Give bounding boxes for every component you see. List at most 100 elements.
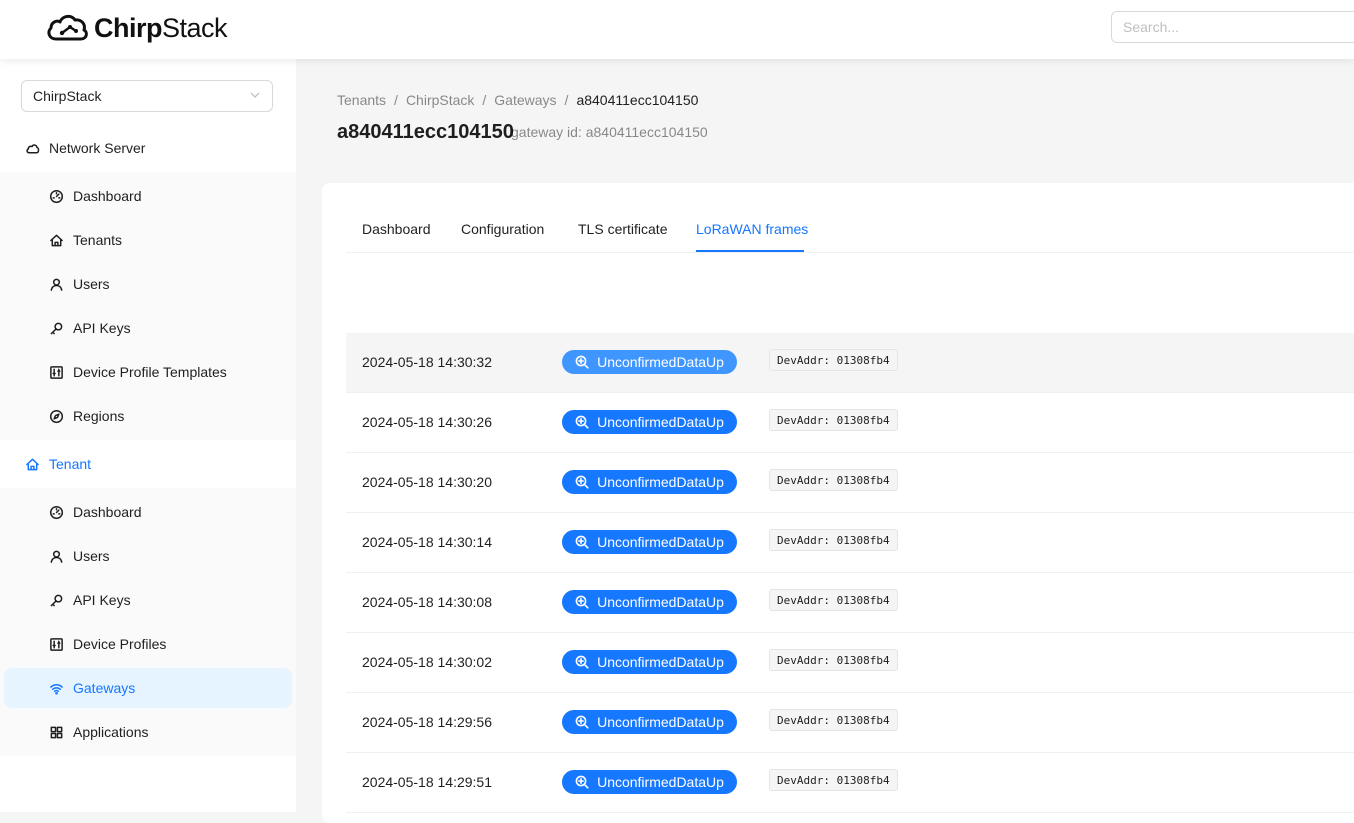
tab-tls-certificate[interactable]: TLS certificate — [578, 221, 667, 237]
devaddr-tag: DevAddr: 01308fb4 — [769, 529, 898, 551]
user-icon — [50, 278, 62, 291]
sliders-icon — [49, 637, 63, 651]
frame-row[interactable]: 2024-05-18 14:30:20 UnconfirmedDataUp De… — [346, 453, 1354, 513]
frame-type-label: UnconfirmedDataUp — [597, 654, 724, 670]
sidebar-item-ns-api-keys[interactable]: API Keys — [4, 308, 292, 348]
frame-type-label: UnconfirmedDataUp — [597, 714, 724, 730]
grid-icon — [50, 726, 62, 738]
tab-lorawan-frames[interactable]: LoRaWAN frames — [696, 221, 808, 237]
frame-type-button[interactable]: UnconfirmedDataUp — [562, 350, 737, 374]
frame-type-label: UnconfirmedDataUp — [597, 534, 724, 550]
frame-type-label: UnconfirmedDataUp — [597, 594, 724, 610]
frame-row[interactable]: 2024-05-18 14:30:02 UnconfirmedDataUp De… — [346, 633, 1354, 693]
frame-type-label: UnconfirmedDataUp — [597, 414, 724, 430]
frame-time: 2024-05-18 14:30:26 — [362, 414, 492, 430]
sidebar-item-tenant-users[interactable]: Users — [4, 536, 292, 576]
frame-row[interactable]: 2024-05-18 14:30:14 UnconfirmedDataUp De… — [346, 513, 1354, 573]
frame-time: 2024-05-18 14:30:08 — [362, 594, 492, 610]
frame-type-label: UnconfirmedDataUp — [597, 354, 724, 370]
devaddr-tag: DevAddr: 01308fb4 — [769, 409, 898, 431]
devaddr-tag: DevAddr: 01308fb4 — [769, 589, 898, 611]
sidebar-item-label: Dashboard — [73, 504, 142, 520]
frame-type-button[interactable]: UnconfirmedDataUp — [562, 650, 737, 674]
zoom-in-icon — [575, 775, 589, 789]
zoom-in-icon — [575, 595, 589, 609]
sidebar-item-applications[interactable]: Applications — [4, 712, 292, 752]
sidebar-item-label: Gateways — [73, 680, 136, 696]
tab-configuration[interactable]: Configuration — [461, 221, 544, 237]
cloud-logo-icon — [47, 14, 88, 41]
sidebar-item-tenants[interactable]: Tenants — [4, 220, 292, 260]
breadcrumb-separator: / — [482, 92, 487, 108]
breadcrumb: Tenants / ChirpStack / Gateways / a84041… — [337, 92, 698, 108]
logo-text: ChirpStack — [94, 12, 228, 44]
sidebar-item-label: Users — [73, 548, 110, 564]
key-icon — [50, 594, 62, 606]
sidebar-item-label: Device Profiles — [73, 636, 167, 652]
tenant-select-value: ChirpStack — [33, 88, 102, 104]
compass-icon — [49, 409, 63, 423]
logo-text-regular: Stack — [162, 12, 228, 43]
frame-type-label: UnconfirmedDataUp — [597, 474, 724, 490]
sidebar-item-tenant-dashboard[interactable]: Dashboard — [4, 492, 292, 532]
search-input[interactable] — [1111, 11, 1354, 43]
frame-time: 2024-05-18 14:30:20 — [362, 474, 492, 490]
frame-row[interactable]: 2024-05-18 14:30:26 UnconfirmedDataUp De… — [346, 393, 1354, 453]
sidebar-item-label: Regions — [73, 408, 125, 424]
breadcrumb-tenants[interactable]: Tenants — [337, 92, 386, 108]
frame-time: 2024-05-18 14:30:32 — [362, 354, 492, 370]
sidebar-item-tenant-api-keys[interactable]: API Keys — [4, 580, 292, 620]
sidebar-item-label: Dashboard — [73, 188, 142, 204]
dashboard-icon — [49, 189, 63, 203]
frame-row[interactable]: 2024-05-18 14:30:08 UnconfirmedDataUp De… — [346, 573, 1354, 633]
zoom-in-icon — [575, 535, 589, 549]
frame-type-button[interactable]: UnconfirmedDataUp — [562, 710, 737, 734]
sidebar-item-ns-users[interactable]: Users — [4, 264, 292, 304]
frame-row[interactable]: 2024-05-18 14:30:32 UnconfirmedDataUp De… — [346, 333, 1354, 393]
tenant-select[interactable]: ChirpStack — [21, 80, 273, 112]
sidebar-group-network-server[interactable]: Network Server — [0, 124, 296, 172]
chirpstack-logo[interactable]: ChirpStack — [46, 10, 228, 46]
sidebar-item-device-profiles[interactable]: Device Profiles — [4, 624, 292, 664]
breadcrumb-gateways[interactable]: Gateways — [494, 92, 556, 108]
sidebar-item-gateways[interactable]: Gateways — [4, 668, 292, 708]
frame-type-button[interactable]: UnconfirmedDataUp — [562, 530, 737, 554]
sidebar-item-label: Device Profile Templates — [73, 364, 227, 380]
chevron-down-icon — [250, 92, 260, 98]
tab-dashboard[interactable]: Dashboard — [362, 221, 431, 237]
sidebar-item-label: API Keys — [73, 320, 131, 336]
home-icon — [49, 234, 63, 246]
sidebar-item-ns-dashboard[interactable]: Dashboard — [4, 176, 292, 216]
zoom-in-icon — [575, 355, 589, 369]
frame-type-label: UnconfirmedDataUp — [597, 774, 724, 790]
sidebar-group-label: Tenant — [49, 456, 92, 472]
breadcrumb-chirpstack[interactable]: ChirpStack — [406, 92, 474, 108]
sidebar-item-device-profile-templates[interactable]: Device Profile Templates — [4, 352, 292, 392]
top-header: ChirpStack — [0, 0, 1354, 59]
devaddr-tag: DevAddr: 01308fb4 — [769, 709, 898, 731]
network-server-submenu: Dashboard Tenants Users API Keys Device … — [0, 172, 296, 440]
frame-type-button[interactable]: UnconfirmedDataUp — [562, 470, 737, 494]
logo-text-bold: Chirp — [94, 12, 163, 43]
sidebar-item-label: Applications — [73, 724, 149, 740]
frame-time: 2024-05-18 14:29:56 — [362, 714, 492, 730]
key-icon — [50, 322, 62, 334]
sidebar-item-label: Tenants — [73, 232, 123, 248]
breadcrumb-separator: / — [394, 92, 398, 108]
sidebar-group-tenant[interactable]: Tenant — [0, 440, 296, 488]
frame-time: 2024-05-18 14:29:51 — [362, 774, 492, 790]
frame-time: 2024-05-18 14:30:02 — [362, 654, 492, 670]
frame-row[interactable]: 2024-05-18 14:29:51 UnconfirmedDataUp De… — [346, 753, 1354, 813]
devaddr-tag: DevAddr: 01308fb4 — [769, 649, 898, 671]
user-icon — [50, 550, 62, 563]
frame-row[interactable]: 2024-05-18 14:29:56 UnconfirmedDataUp De… — [346, 693, 1354, 753]
frame-type-button[interactable]: UnconfirmedDataUp — [562, 410, 737, 434]
home-icon — [25, 458, 39, 470]
wifi-icon — [49, 683, 63, 694]
frame-type-button[interactable]: UnconfirmedDataUp — [562, 590, 737, 614]
sidebar-item-regions[interactable]: Regions — [4, 396, 292, 436]
frame-type-button[interactable]: UnconfirmedDataUp — [562, 770, 737, 794]
breadcrumb-current: a840411ecc104150 — [576, 92, 699, 108]
devaddr-tag: DevAddr: 01308fb4 — [769, 769, 898, 791]
breadcrumb-separator: / — [564, 92, 569, 108]
